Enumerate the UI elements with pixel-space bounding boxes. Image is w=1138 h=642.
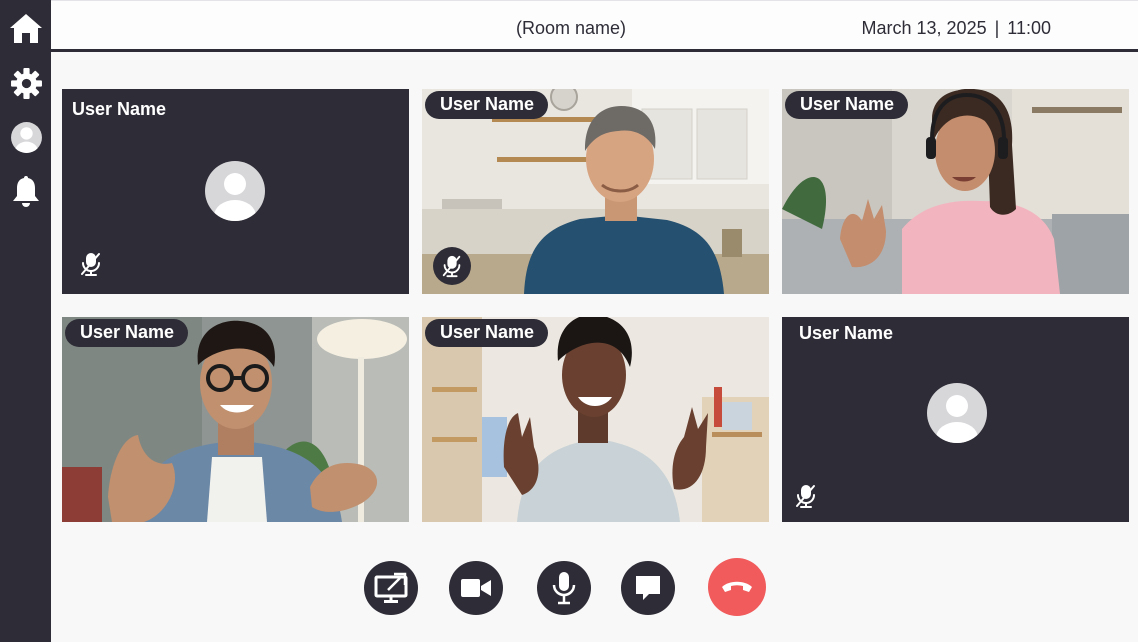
- share-screen-button[interactable]: [364, 561, 418, 615]
- sidebar: [0, 0, 51, 642]
- participant-name: User Name: [65, 319, 189, 347]
- avatar: [927, 383, 987, 443]
- date-time: March 13, 2025 | 11:00: [862, 18, 1051, 39]
- profile-button[interactable]: [7, 118, 45, 156]
- chat-icon: [636, 576, 660, 600]
- participant-video: [62, 317, 409, 522]
- participant-tile[interactable]: User Name: [422, 89, 769, 294]
- end-call-icon: [722, 581, 752, 592]
- microphone-button[interactable]: [537, 561, 591, 615]
- participant-video: [422, 89, 769, 294]
- gear-icon: [10, 67, 42, 99]
- participant-tile[interactable]: User Name: [62, 317, 409, 522]
- chat-button[interactable]: [621, 561, 675, 615]
- mic-muted-icon: [796, 485, 815, 508]
- time: 11:00: [1007, 18, 1051, 38]
- notifications-button[interactable]: [7, 172, 45, 210]
- mic-muted-icon: [81, 253, 100, 276]
- avatar: [205, 161, 265, 221]
- participant-name: User Name: [785, 91, 909, 119]
- top-bar: (Room name) March 13, 2025 | 11:00: [51, 0, 1138, 52]
- user-icon: [214, 173, 256, 221]
- camera-button[interactable]: [449, 561, 503, 615]
- participant-video: [782, 89, 1129, 294]
- participant-tile[interactable]: User Name: [62, 89, 409, 294]
- user-icon: [10, 121, 42, 153]
- header-divider: [51, 49, 1138, 52]
- home-button[interactable]: [7, 9, 45, 47]
- settings-button[interactable]: [7, 64, 45, 102]
- participant-name: User Name: [72, 99, 167, 119]
- participant-name: User Name: [799, 323, 894, 343]
- participant-name: User Name: [425, 91, 549, 119]
- date: March 13, 2025: [861, 18, 987, 38]
- microphone-icon: [552, 572, 576, 605]
- video-camera-icon: [461, 579, 491, 597]
- end-call-button[interactable]: [708, 558, 766, 616]
- screen-share-icon: [374, 572, 408, 603]
- participant-tile[interactable]: User Name: [422, 317, 769, 522]
- home-icon: [10, 14, 42, 43]
- mic-muted-icon: [442, 255, 461, 278]
- user-icon: [936, 395, 978, 443]
- participant-name: User Name: [425, 319, 549, 347]
- mic-muted-badge: [433, 247, 471, 285]
- bell-icon: [13, 176, 39, 207]
- participant-video: [422, 317, 769, 522]
- participant-tile[interactable]: User Name: [782, 317, 1129, 522]
- date-time-separator: |: [994, 18, 1000, 38]
- participant-tile[interactable]: User Name: [782, 89, 1129, 294]
